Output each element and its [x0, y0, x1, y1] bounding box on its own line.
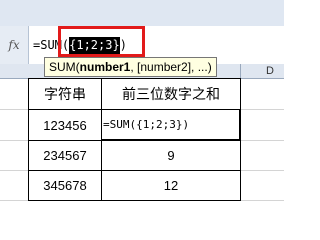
- highlight-frame: [58, 26, 145, 57]
- table-cell-string[interactable]: 234567: [29, 141, 101, 170]
- tooltip-other-arguments: , [number2], ...): [130, 60, 212, 74]
- ribbon-strip: [0, 0, 284, 26]
- column-header-sum[interactable]: 前三位数字之和: [102, 79, 240, 109]
- gridline: [0, 170, 28, 171]
- column-header-divider: [240, 64, 241, 78]
- table-cell-result[interactable]: 12: [102, 171, 240, 200]
- table-cell-result[interactable]: 9: [102, 141, 240, 170]
- function-argument-tooltip[interactable]: SUM(number1, [number2], ...): [44, 57, 217, 77]
- active-cell-editor[interactable]: =SUM({1;2;3}): [101, 109, 240, 140]
- gridline: [240, 109, 284, 110]
- table-cell-string[interactable]: 345678: [29, 171, 101, 200]
- gridline: [0, 109, 28, 110]
- gridline: [0, 200, 28, 201]
- column-header-string[interactable]: 字符串: [29, 79, 101, 109]
- table-border: [28, 200, 241, 201]
- tooltip-current-argument[interactable]: number1: [80, 60, 131, 74]
- gridline: [240, 140, 284, 141]
- gridline: [0, 140, 28, 141]
- table-border: [240, 78, 241, 201]
- gridline: [240, 200, 284, 201]
- gridline: [240, 170, 284, 171]
- insert-function-button[interactable]: fx: [0, 26, 29, 64]
- excel-window: fx =SUM({1;2;3}) D SUM(number1, [number2…: [0, 0, 284, 224]
- column-header-d[interactable]: D: [266, 64, 274, 78]
- table-cell-string[interactable]: 123456: [29, 110, 101, 140]
- tooltip-function-name[interactable]: SUM(: [49, 60, 80, 74]
